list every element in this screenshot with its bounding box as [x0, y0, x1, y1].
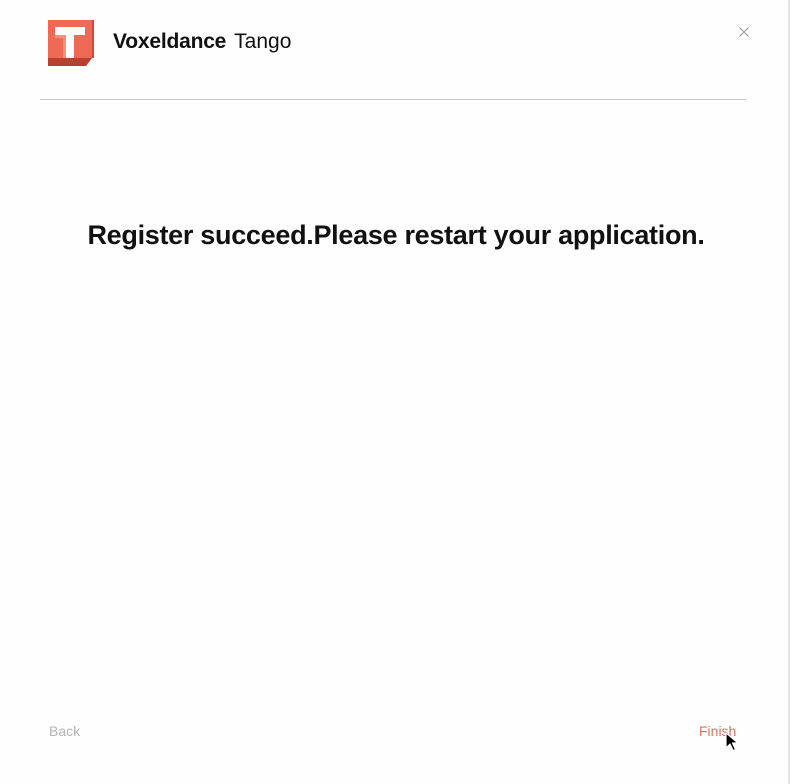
- mouse-cursor-icon: [725, 732, 739, 752]
- success-message: Register succeed.Please restart your app…: [87, 220, 705, 250]
- dialog-header: Voxeldance Tango: [0, 0, 788, 100]
- product-name: Tango: [234, 30, 292, 53]
- tango-logo-icon: [48, 20, 94, 66]
- register-dialog: Voxeldance Tango Register succeed.Please …: [0, 0, 790, 784]
- close-icon[interactable]: [736, 24, 752, 40]
- app-title: Voxeldance Tango: [113, 30, 291, 54]
- header-divider: [40, 99, 746, 100]
- brand-name: Voxeldance: [113, 30, 227, 53]
- back-button[interactable]: Back: [49, 723, 80, 739]
